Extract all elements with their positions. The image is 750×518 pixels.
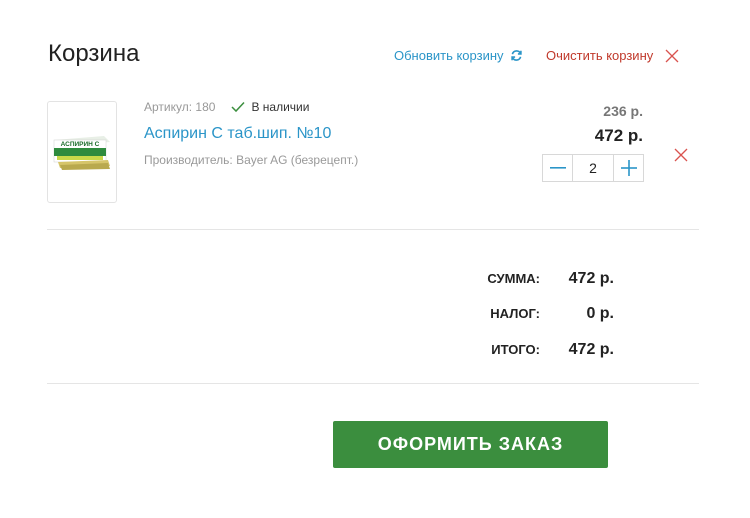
quantity-input[interactable] [572, 155, 614, 181]
divider [47, 229, 699, 230]
summary-tax-row: НАЛОГ: 0 р. [440, 305, 614, 323]
unit-price: 236 р. [603, 103, 643, 119]
refresh-cart-link[interactable]: Обновить корзину [394, 48, 523, 63]
quantity-stepper [542, 154, 644, 182]
divider [47, 383, 699, 384]
item-meta: Артикул: 180 В наличии [144, 100, 309, 114]
product-image[interactable]: АСПИРИН С [47, 101, 117, 203]
article-number: Артикул: 180 [144, 100, 216, 114]
page-title: Корзина [48, 40, 140, 67]
checkout-button[interactable]: ОФОРМИТЬ ЗАКАЗ [333, 421, 608, 468]
product-name-link[interactable]: Аспирин С таб.шип. №10 [144, 125, 331, 143]
check-icon [231, 101, 245, 113]
total-value: 472 р. [568, 341, 614, 358]
stock-label: В наличии [251, 100, 310, 114]
summary-total-row: ИТОГО: 472 р. [440, 341, 614, 359]
product-image-brand: АСПИРИН С [61, 141, 100, 148]
close-icon [674, 148, 688, 162]
medicine-box-icon: АСПИРИН С [53, 136, 110, 170]
summary-sum-row: СУММА: 472 р. [440, 270, 614, 288]
clear-cart-label: Очистить корзину [546, 48, 654, 63]
tax-label: НАЛОГ: [490, 306, 540, 321]
manufacturer: Производитель: Bayer AG (безрецепт.) [144, 153, 359, 167]
plus-icon [620, 160, 637, 176]
remove-item-button[interactable] [674, 148, 688, 162]
refresh-icon [510, 49, 523, 62]
stock-status: В наличии [231, 100, 309, 114]
increase-quantity-button[interactable] [614, 155, 643, 181]
refresh-cart-label: Обновить корзину [394, 48, 504, 63]
sum-value: 472 р. [568, 270, 614, 287]
total-label: ИТОГО: [491, 342, 540, 357]
decrease-quantity-button[interactable] [543, 155, 572, 181]
close-icon [665, 49, 679, 63]
sum-label: СУММА: [487, 271, 540, 286]
tax-value: 0 р. [586, 305, 614, 322]
minus-icon [549, 167, 566, 169]
clear-cart-link[interactable]: Очистить корзину [546, 48, 679, 63]
line-total: 472 р. [594, 126, 643, 145]
